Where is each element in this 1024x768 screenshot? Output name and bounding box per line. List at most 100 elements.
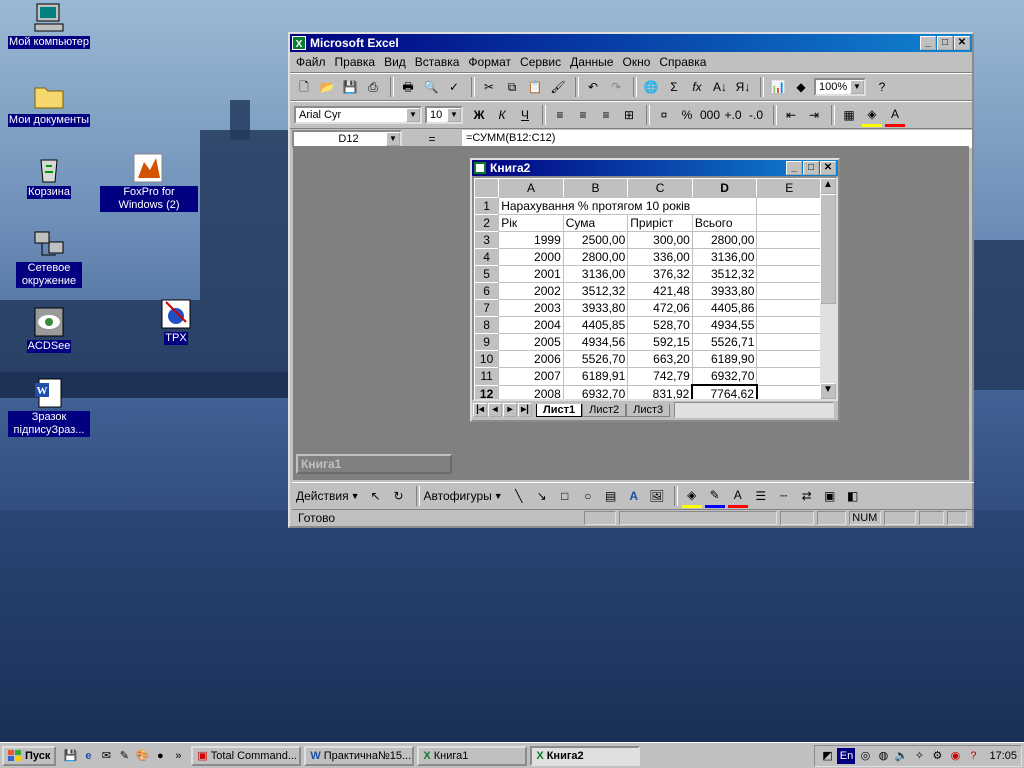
- cell-e1[interactable]: [756, 197, 822, 215]
- wordart-icon[interactable]: A: [624, 486, 644, 506]
- cell-b11[interactable]: 6189,91: [562, 367, 629, 386]
- menu-file[interactable]: Файл: [296, 55, 326, 69]
- cell-d9[interactable]: 5526,71: [691, 333, 758, 351]
- increase-decimal-icon[interactable]: +.0: [723, 105, 743, 125]
- cell-a5[interactable]: 2001: [498, 265, 564, 283]
- increase-indent-icon[interactable]: ⇥: [804, 105, 824, 125]
- cell-d10[interactable]: 6189,90: [691, 350, 758, 368]
- tray-app-icon[interactable]: ◩: [819, 748, 835, 764]
- row-header[interactable]: 1: [474, 197, 500, 215]
- chevron-down-icon[interactable]: ▼: [386, 132, 400, 146]
- last-sheet-icon[interactable]: ▸|: [518, 403, 532, 417]
- menu-format[interactable]: Формат: [468, 55, 511, 69]
- outlook-icon[interactable]: ✉: [98, 748, 114, 764]
- cell-d4[interactable]: 3136,00: [691, 248, 758, 266]
- formula-equals[interactable]: =: [402, 132, 462, 146]
- zoom-select[interactable]: 100% ▼: [814, 78, 866, 96]
- scroll-up-icon[interactable]: ▲: [820, 178, 836, 194]
- cell-d7[interactable]: 4405,86: [691, 299, 758, 317]
- paint-icon[interactable]: 🎨: [134, 748, 150, 764]
- row-header[interactable]: 12: [474, 384, 500, 399]
- excel-titlebar[interactable]: X Microsoft Excel _ □ ✕: [290, 34, 972, 52]
- bold-icon[interactable]: Ж: [469, 105, 489, 125]
- minimize-button[interactable]: _: [786, 161, 802, 175]
- column-header-d[interactable]: D: [691, 178, 758, 198]
- cell-c7[interactable]: 472,06: [627, 299, 693, 317]
- cell-c10[interactable]: 663,20: [627, 350, 693, 368]
- double-chevron-icon[interactable]: »: [170, 748, 186, 764]
- currency-icon[interactable]: ¤: [654, 105, 674, 125]
- first-sheet-icon[interactable]: |◂: [473, 403, 487, 417]
- task-book2[interactable]: X Книга2: [530, 745, 641, 766]
- menu-data[interactable]: Данные: [570, 55, 613, 69]
- task-book1[interactable]: X Книга1: [417, 745, 528, 766]
- cell-e3[interactable]: [756, 231, 822, 249]
- vertical-scrollbar[interactable]: ▲ ▼: [820, 178, 836, 399]
- chart-wizard-icon[interactable]: 📊: [768, 77, 788, 97]
- excel-window[interactable]: X Microsoft Excel _ □ ✕ Файл Правка Вид …: [288, 32, 974, 528]
- cell-a2[interactable]: Рік: [498, 214, 564, 232]
- drawing-icon[interactable]: ◆: [791, 77, 811, 97]
- cell-a6[interactable]: 2002: [498, 282, 564, 300]
- cell-b2[interactable]: Сума: [562, 214, 629, 232]
- scroll-down-icon[interactable]: ▼: [820, 383, 836, 399]
- align-right-icon[interactable]: ≡: [596, 105, 616, 125]
- shadow-icon[interactable]: ▣: [820, 486, 840, 506]
- 3d-icon[interactable]: ◧: [843, 486, 863, 506]
- cell-a9[interactable]: 2005: [498, 333, 564, 351]
- font-size-select[interactable]: 10 ▼: [425, 106, 463, 124]
- font-name-select[interactable]: Arial Cyr ▼: [294, 106, 422, 124]
- cell-d3[interactable]: 2800,00: [691, 231, 758, 249]
- cut-icon[interactable]: ✂: [479, 77, 499, 97]
- percent-icon[interactable]: %: [677, 105, 697, 125]
- desktop-icon-my-documents[interactable]: Мои документы: [1, 80, 97, 127]
- cell-e7[interactable]: [756, 299, 822, 317]
- start-button[interactable]: Пуск: [2, 745, 57, 766]
- cell-a7[interactable]: 2003: [498, 299, 564, 317]
- book2-window[interactable]: Книга2 _ □ ✕ A B C D E 1 Нарахування % п…: [470, 158, 840, 422]
- line-color-icon[interactable]: ✎: [704, 485, 725, 508]
- italic-icon[interactable]: К: [492, 105, 512, 125]
- arrow-icon[interactable]: ↘: [532, 486, 552, 506]
- rectangle-icon[interactable]: □: [555, 486, 575, 506]
- menu-help[interactable]: Справка: [659, 55, 706, 69]
- app-icon[interactable]: ●: [152, 748, 168, 764]
- row-header[interactable]: 8: [474, 316, 500, 334]
- paste-icon[interactable]: 📋: [525, 77, 545, 97]
- menu-view[interactable]: Вид: [384, 55, 406, 69]
- desktop-icon-acdsee[interactable]: ACDSee: [1, 306, 97, 353]
- chevron-down-icon[interactable]: ▼: [406, 108, 420, 122]
- column-header-b[interactable]: B: [562, 178, 629, 198]
- row-header[interactable]: 5: [474, 265, 500, 283]
- row-header[interactable]: 11: [474, 367, 500, 386]
- hyperlink-icon[interactable]: 🌐: [641, 77, 661, 97]
- clock[interactable]: 17:05: [989, 750, 1017, 762]
- chevron-down-icon[interactable]: ▼: [447, 108, 461, 122]
- font-color-icon[interactable]: A: [727, 485, 748, 508]
- help-icon[interactable]: ?: [965, 748, 981, 764]
- minimized-book1[interactable]: Книга1: [296, 454, 452, 474]
- pencil-icon[interactable]: ✎: [116, 748, 132, 764]
- underline-icon[interactable]: Ч: [515, 105, 535, 125]
- tray-app-icon[interactable]: ✧: [911, 748, 927, 764]
- fill-color-icon[interactable]: ◈: [681, 485, 702, 508]
- line-style-icon[interactable]: ☰: [751, 486, 771, 506]
- sort-descending-icon[interactable]: Я↓: [733, 77, 753, 97]
- cell-b4[interactable]: 2800,00: [562, 248, 629, 266]
- select-all-corner[interactable]: [474, 178, 500, 198]
- close-button[interactable]: ✕: [954, 36, 970, 50]
- cell-c9[interactable]: 592,15: [627, 333, 693, 351]
- cell-c5[interactable]: 376,32: [627, 265, 693, 283]
- task-practical[interactable]: W Практична№15...: [304, 745, 415, 766]
- autoshapes-menu[interactable]: Автофигуры: [424, 489, 492, 503]
- book2-titlebar[interactable]: Книга2 _ □ ✕: [472, 160, 838, 176]
- cell-b10[interactable]: 5526,70: [562, 350, 629, 368]
- spreadsheet-grid[interactable]: A B C D E 1 Нарахування % протягом 10 ро…: [474, 178, 822, 399]
- font-color-icon[interactable]: A: [885, 104, 905, 127]
- actions-menu[interactable]: Действия: [296, 489, 349, 503]
- tab-sheet1[interactable]: Лист1: [536, 403, 583, 417]
- cell-e12[interactable]: [756, 384, 822, 399]
- chevron-down-icon[interactable]: ▼: [494, 491, 503, 501]
- maximize-button[interactable]: □: [803, 161, 819, 175]
- cell-d8[interactable]: 4934,55: [691, 316, 758, 334]
